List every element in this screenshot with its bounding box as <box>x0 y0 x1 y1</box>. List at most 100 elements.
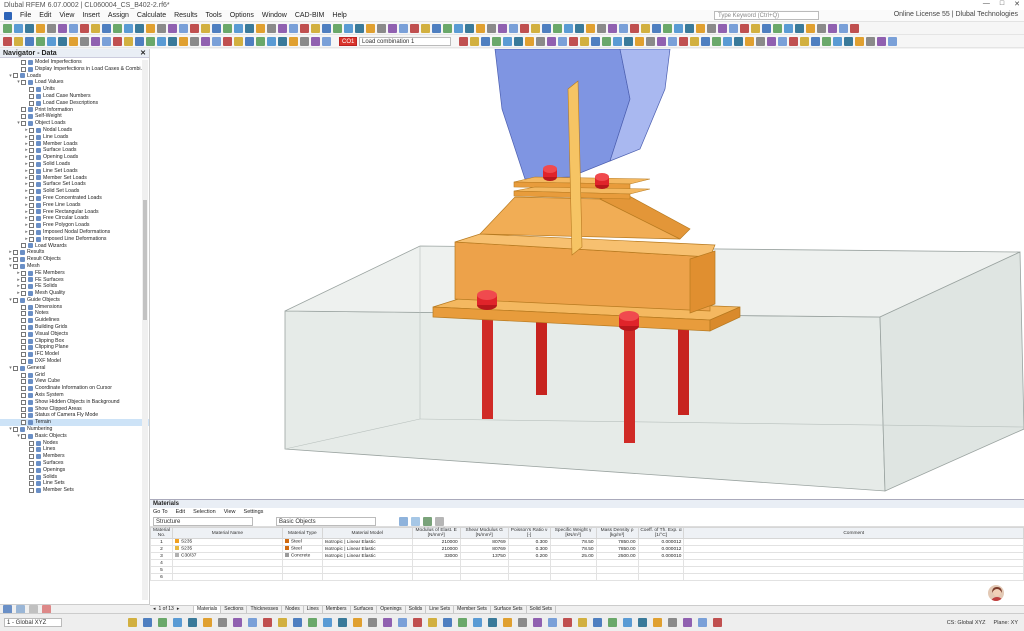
table-cell[interactable]: 0.300 <box>507 538 551 546</box>
table-cell[interactable]: 0.000012 <box>637 545 685 553</box>
toolbar-tool-icon[interactable] <box>784 23 793 33</box>
visibility-checkbox[interactable] <box>21 433 26 439</box>
navigator-item[interactable]: Building Grids <box>0 324 149 331</box>
keyword-search-input[interactable]: Type Keyword (Ctrl+Q) <box>714 11 819 20</box>
snap-tool-icon[interactable] <box>503 618 512 627</box>
table-cell[interactable] <box>637 573 685 581</box>
steel-column[interactable] <box>494 49 671 180</box>
table-cell[interactable]: Isotropic | Linear Elastic <box>321 545 413 553</box>
view-tool-icon[interactable] <box>212 36 221 46</box>
navigator-item[interactable]: ▸ Free Rectangular Loads <box>0 209 149 216</box>
table-cell[interactable] <box>683 545 1024 553</box>
column-header[interactable]: Comment <box>683 527 1024 539</box>
navigator-item[interactable]: Units <box>0 86 149 93</box>
toolbar-tool-icon[interactable] <box>564 23 573 33</box>
toolbar-tool-icon[interactable] <box>278 23 287 33</box>
toolbar-tool-icon[interactable] <box>597 23 606 33</box>
view-tool-icon[interactable] <box>69 36 78 46</box>
toolbar-tool-icon[interactable] <box>311 23 320 33</box>
tab-surface-sets[interactable]: Surface Sets <box>491 606 527 613</box>
materials-menu-goto[interactable]: Go To <box>153 509 168 515</box>
navigator-item[interactable]: Visual Objects <box>0 331 149 338</box>
snap-tool-icon[interactable] <box>548 618 557 627</box>
column-header[interactable]: Material Type <box>281 527 323 539</box>
navigator-item[interactable]: Clipping Box <box>0 338 149 345</box>
visibility-checkbox[interactable] <box>29 216 34 222</box>
display-tool-icon[interactable] <box>591 36 600 46</box>
view-tool-icon[interactable] <box>58 36 67 46</box>
snap-tool-icon[interactable] <box>278 618 287 627</box>
toolbar-tool-icon[interactable] <box>267 23 276 33</box>
view-tool-icon[interactable] <box>36 36 45 46</box>
table-cell[interactable]: 0.300 <box>507 545 551 553</box>
table-cell[interactable] <box>411 566 461 574</box>
menu-view[interactable]: View <box>59 12 74 19</box>
tab-member-sets[interactable]: Member Sets <box>454 606 491 613</box>
visibility-checkbox[interactable] <box>21 392 26 398</box>
visibility-checkbox[interactable] <box>29 141 34 147</box>
column-header[interactable]: Mass Density ρ [kg/m³] <box>595 527 639 539</box>
table-cell[interactable] <box>683 538 1024 546</box>
snap-tool-icon[interactable] <box>488 618 497 627</box>
object-type-select[interactable]: Basic Objects <box>276 516 376 526</box>
toolbar-tool-icon[interactable] <box>113 23 122 33</box>
view-tool-icon[interactable] <box>157 36 166 46</box>
visibility-checkbox[interactable] <box>29 93 34 99</box>
navigator-item[interactable]: Solids <box>0 474 149 481</box>
pager[interactable]: ◂ 1 of 13 ▸ <box>150 606 194 613</box>
navigator-item[interactable]: ▾ Object Loads <box>0 120 149 127</box>
visibility-checkbox[interactable] <box>21 243 26 249</box>
visibility-checkbox[interactable] <box>21 331 26 337</box>
snap-tool-icon[interactable] <box>518 618 527 627</box>
snap-tool-icon[interactable] <box>188 618 197 627</box>
table-cell[interactable]: 80769 <box>459 538 509 546</box>
display-tool-icon[interactable] <box>569 36 578 46</box>
visibility-checkbox[interactable] <box>29 229 34 235</box>
toolbar-tool-icon[interactable] <box>157 23 166 33</box>
visibility-checkbox[interactable] <box>29 209 34 215</box>
navigator-item[interactable]: ▸ Solid Set Loads <box>0 188 149 195</box>
view-tool-icon[interactable] <box>80 36 89 46</box>
navigator-item[interactable]: Axis System <box>0 392 149 399</box>
table-cell[interactable]: 3 <box>150 552 173 560</box>
toolbar-tool-icon[interactable] <box>355 23 364 33</box>
table-cell[interactable] <box>683 552 1024 560</box>
visibility-checkbox[interactable] <box>21 345 26 351</box>
menu-file[interactable]: File <box>20 12 31 19</box>
table-cell[interactable] <box>507 573 551 581</box>
display-tool-icon[interactable] <box>822 36 831 46</box>
snap-tool-icon[interactable] <box>533 618 542 627</box>
toolbar-tool-icon[interactable] <box>531 23 540 33</box>
table-cell[interactable]: 0.000010 <box>637 552 685 560</box>
table-cell[interactable]: 0.000012 <box>637 538 685 546</box>
3d-viewport[interactable] <box>150 49 1024 499</box>
navigator-item[interactable]: DXF Model <box>0 358 149 365</box>
tab-surfaces[interactable]: Surfaces <box>351 606 378 613</box>
navigator-item[interactable]: View Cube <box>0 378 149 385</box>
snap-tool-icon[interactable] <box>593 618 602 627</box>
navigator-item[interactable]: Grid <box>0 372 149 379</box>
visibility-checkbox[interactable] <box>13 250 18 256</box>
toolbar-tool-icon[interactable] <box>773 23 782 33</box>
filter-icon[interactable] <box>399 516 408 526</box>
snap-tool-icon[interactable] <box>263 618 272 627</box>
scrollbar-thumb[interactable] <box>143 200 147 320</box>
view-tool-icon[interactable] <box>234 36 243 46</box>
navigator-item[interactable]: ▾ Basic Objects <box>0 433 149 440</box>
view-tool-icon[interactable] <box>267 36 276 46</box>
snap-tool-icon[interactable] <box>698 618 707 627</box>
view-tool-icon[interactable] <box>311 36 320 46</box>
view-tool-icon[interactable] <box>289 36 298 46</box>
table-cell[interactable] <box>411 573 461 581</box>
visibility-checkbox[interactable] <box>21 311 26 317</box>
toolbar-tool-icon[interactable] <box>476 23 485 33</box>
table-cell[interactable]: 4 <box>150 559 173 567</box>
toolbar-tool-icon[interactable] <box>377 23 386 33</box>
toolbar-tool-icon[interactable] <box>135 23 144 33</box>
navigator-item[interactable]: ▾ Mesh <box>0 263 149 270</box>
navigator-item[interactable]: Print Information <box>0 107 149 114</box>
toolbar-tool-icon[interactable] <box>124 23 133 33</box>
column-header[interactable]: Material No. <box>150 527 173 539</box>
snap-tool-icon[interactable] <box>353 618 362 627</box>
toolbar-tool-icon[interactable] <box>696 23 705 33</box>
